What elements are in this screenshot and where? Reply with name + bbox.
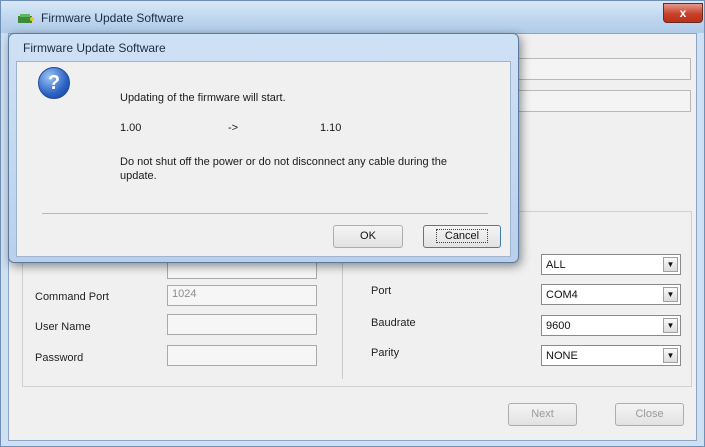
ok-button[interactable]: OK [333,225,403,248]
baudrate-label: Baudrate [371,317,416,329]
command-port-label: Command Port [35,291,109,303]
password-label: Password [35,352,84,364]
parity-select-value: NONE [546,350,578,362]
first-select[interactable]: ALL ▼ [541,254,681,275]
version-arrow: -> [228,122,239,134]
parity-select[interactable]: NONE ▼ [541,345,681,366]
chevron-down-icon[interactable]: ▼ [663,318,678,333]
top-field-1[interactable] [515,58,691,80]
main-window-title: Firmware Update Software [41,11,184,25]
parity-label: Parity [371,347,400,359]
next-button[interactable]: Next [508,403,577,426]
question-icon: ? [38,67,70,99]
baudrate-select-value: 9600 [546,320,571,332]
dialog-separator [42,213,488,214]
app-icon [18,14,34,23]
main-titlebar[interactable]: Firmware Update Software x [1,1,704,33]
top-field-2[interactable] [515,90,691,112]
chevron-down-icon[interactable]: ▼ [663,257,678,272]
dialog-title: Firmware Update Software [23,41,166,55]
chevron-down-icon[interactable]: ▼ [663,348,678,363]
warning-line-2: update. [120,170,157,182]
close-button[interactable]: Close [615,403,684,426]
first-select-value: ALL [546,259,566,271]
cancel-button-label: Cancel [435,229,489,243]
port-select[interactable]: COM4 ▼ [541,284,681,305]
dialog-message: Updating of the firmware will start. [120,92,286,104]
user-name-label: User Name [35,321,91,333]
cancel-button[interactable]: Cancel [423,225,501,248]
user-name-input[interactable] [167,314,317,335]
version-from: 1.00 [120,122,142,134]
port-select-value: COM4 [546,289,578,301]
port-label: Port [371,285,392,297]
baudrate-select[interactable]: 9600 ▼ [541,315,681,336]
password-input[interactable] [167,345,317,366]
version-to: 1.10 [320,122,342,134]
warning-line-1: Do not shut off the power or do not disc… [120,156,447,168]
chevron-down-icon[interactable]: ▼ [663,287,678,302]
command-port-input[interactable]: 1024 [167,285,317,306]
close-window-button[interactable]: x [663,3,703,23]
